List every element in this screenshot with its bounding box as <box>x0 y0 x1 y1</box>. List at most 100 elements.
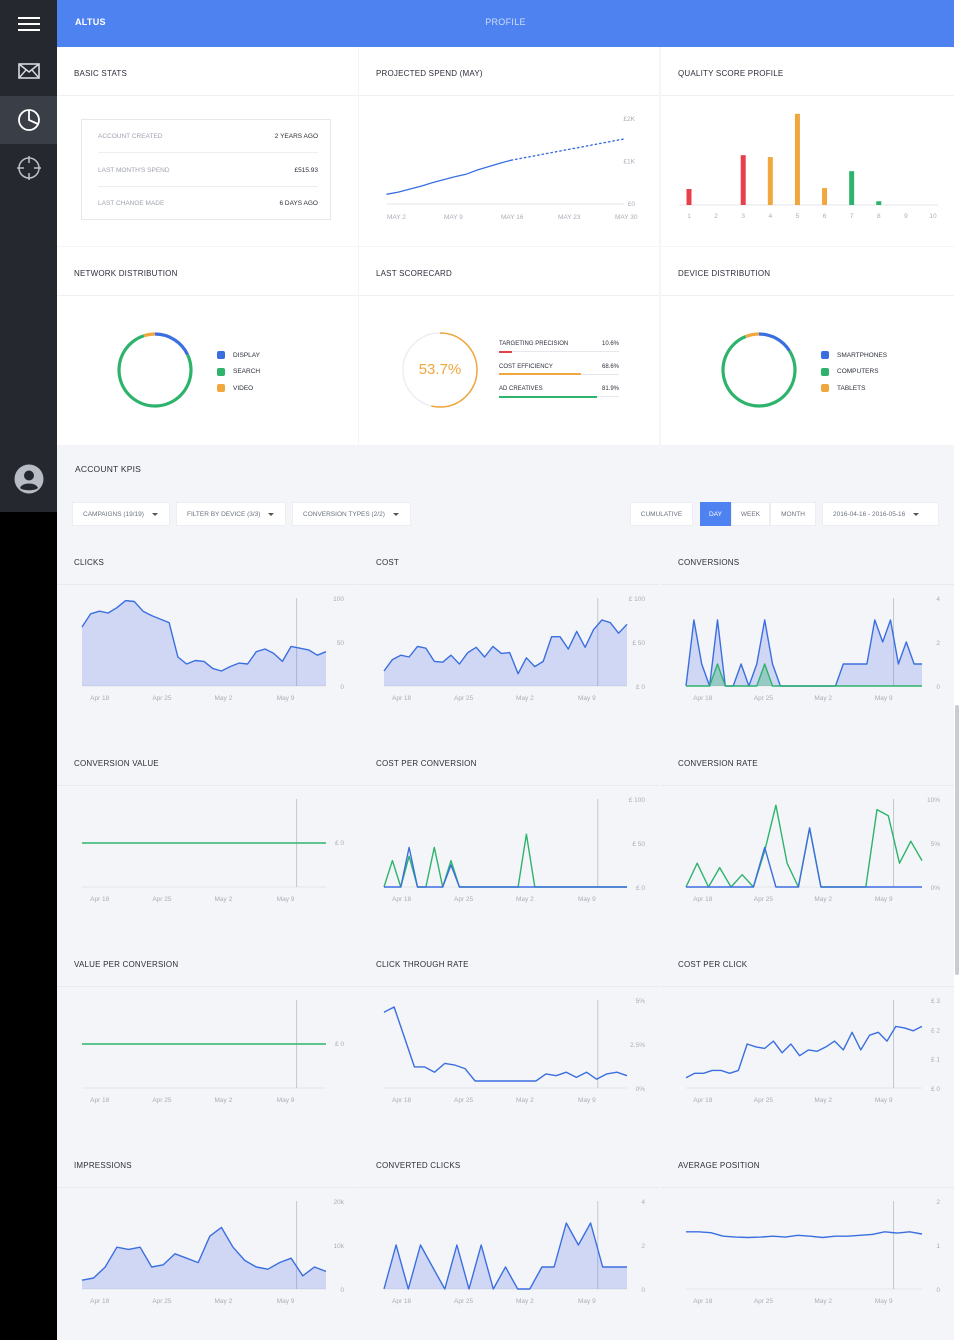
kpi-title: CONVERSION VALUE <box>74 759 159 768</box>
y-tick-label: £ 0 <box>931 1086 940 1093</box>
quality-score-title: QUALITY SCORE PROFILE <box>678 69 784 78</box>
scorecard-item-label: TARGETING PRECISION <box>499 341 569 347</box>
x-tick-label: May 2 <box>814 896 832 903</box>
network-legend: DISPLAY SEARCH VIDEO <box>217 347 260 397</box>
x-tick-label: Apr 18 <box>90 896 110 903</box>
last-scorecard-card: LAST SCORECARD 53.7% TARGETING PRECISION… <box>359 247 659 445</box>
kpi-card-clicks: CLICKS 100 50 0 Apr 18 Apr 25 May 2 May 9 <box>57 536 358 736</box>
kpi-card-converted-clicks: CONVERTED CLICKS 4 2 0 Apr 18 Apr 25 May 2 May… <box>359 1139 659 1339</box>
top-bar: ALTUS PROFILE <box>57 0 954 47</box>
x-tick-label: May 9 <box>875 896 893 903</box>
legend-label: COMPUTERS <box>837 368 879 376</box>
y-tick-label: 50 <box>337 640 345 647</box>
x-tick-label: Apr 25 <box>454 695 474 702</box>
legend-label: DISPLAY <box>233 351 260 359</box>
legend-item: SMARTPHONES <box>821 347 887 364</box>
kpi-controls-section: ACCOUNT KPIS CAMPAIGNS (19/19) FILTER BY… <box>57 445 954 535</box>
sidebar-item-account[interactable] <box>0 455 57 503</box>
series-line <box>685 804 923 888</box>
legend-label: VIDEO <box>233 384 254 392</box>
x-tick-label: May 2 <box>814 1097 832 1104</box>
y-tick-label: 0% <box>931 885 941 892</box>
y-tick-label: £2K <box>623 116 635 123</box>
y-tick-label: 0 <box>340 684 344 691</box>
scorecard-bar <box>499 395 598 398</box>
x-tick-label: Apr 18 <box>392 695 412 702</box>
y-tick-label: £ 0 <box>636 885 645 892</box>
x-tick-label: 4 <box>769 213 773 220</box>
x-tick-label: 2 <box>714 213 718 220</box>
kpi-card-impressions: IMPRESSIONS 20k 10k 0 Apr 18 Apr 25 May 2 May … <box>57 1139 358 1339</box>
x-tick-label: Apr 25 <box>754 1097 774 1104</box>
scorecard-item-label: COST EFFICIENCY <box>499 363 553 370</box>
bar <box>822 188 828 205</box>
x-tick-label: MAY 9 <box>444 214 463 221</box>
quality-score-chart: 1 2 3 4 5 6 7 8 9 10 <box>679 113 938 220</box>
scrollbar[interactable] <box>954 0 960 1340</box>
projected-line <box>510 138 625 161</box>
dropdown-label: CONVERSION TYPES (2/2) <box>303 510 385 518</box>
mode-day-button[interactable]: DAY <box>700 502 731 526</box>
kpi-chart-conv-value: £ 0 Apr 18 Apr 25 May 2 May 9 <box>82 799 344 903</box>
chevron-down-icon <box>913 512 920 516</box>
kpi-chart-conversions: 4 2 0 Apr 18 Apr 25 May 2 May 9 <box>685 596 940 702</box>
x-tick-label: May 2 <box>516 695 534 702</box>
mode-week-button[interactable]: WEEK <box>731 502 770 526</box>
kpi-chart-converted-clicks: 4 2 0 Apr 18 Apr 25 May 2 May 9 <box>383 1199 645 1305</box>
x-tick-label: May 2 <box>814 1298 832 1305</box>
date-range-label: 2016-04-16 - 2016-05-16 <box>833 510 906 518</box>
kpi-title: CONVERSIONS <box>678 558 740 567</box>
hamburger-menu-button[interactable] <box>0 0 57 48</box>
device-distribution-title: DEVICE DISTRIBUTION <box>678 269 771 278</box>
basic-stats-card: BASIC STATS ACCOUNT CREATED 2 YEARS AGO … <box>57 47 358 246</box>
legend-swatch <box>217 367 225 376</box>
device-filter-dropdown[interactable]: FILTER BY DEVICE (3/3) <box>176 502 286 526</box>
kpi-chart-ctr: 5% 2.5% 0% Apr 18 Apr 25 May 2 May 9 <box>383 998 645 1104</box>
x-tick-label: 5 <box>796 213 800 220</box>
y-tick-label: 2 <box>936 1199 940 1206</box>
x-tick-label: May 2 <box>516 1097 534 1104</box>
sidebar-item-targeting[interactable] <box>0 144 57 192</box>
user-icon <box>14 464 43 494</box>
sidebar-item-mail[interactable] <box>0 47 57 95</box>
y-tick-label: £ 0 <box>335 1041 344 1048</box>
mail-icon <box>17 63 40 79</box>
legend-swatch <box>821 351 829 360</box>
x-tick-label: May 9 <box>875 695 893 702</box>
stat-label: LAST CHANGE MADE <box>98 200 165 207</box>
scorecard-item: TARGETING PRECISION 10.6% <box>499 338 619 361</box>
donut-slice <box>745 332 760 339</box>
scorecard-item-value: 10.6% <box>601 341 619 347</box>
y-tick-label: £1K <box>623 159 635 166</box>
x-tick-label: Apr 18 <box>90 1298 110 1305</box>
stat-row: LAST CHANGE MADE 6 DAYS AGO <box>98 187 318 220</box>
kpi-title: IMPRESSIONS <box>74 1161 132 1170</box>
page-title: PROFILE <box>485 17 526 27</box>
kpi-chart-clicks: 100 50 0 Apr 18 Apr 25 May 2 May 9 <box>81 596 345 702</box>
scrollbar-thumb[interactable] <box>955 705 959 975</box>
donut-slice <box>143 332 156 338</box>
x-tick-label: May 2 <box>215 1298 233 1305</box>
bar <box>686 189 692 205</box>
stat-label: LAST MONTH'S SPEND <box>98 166 170 174</box>
kpi-card-cpc: COST PER CLICK £ 3 £ 2 £ 1 £ 0 Apr 18 Apr 25 M… <box>661 938 954 1138</box>
campaigns-filter-dropdown[interactable]: CAMPAIGNS (19/19) <box>72 502 170 526</box>
kpi-chart-impressions: 20k 10k 0 Apr 18 Apr 25 May 2 May 9 <box>81 1199 345 1305</box>
conversion-types-dropdown[interactable]: CONVERSION TYPES (2/2) <box>292 502 411 526</box>
series-line <box>686 1231 923 1239</box>
y-tick-label: £ 50 <box>632 640 645 647</box>
x-tick-label: Apr 25 <box>454 1298 474 1305</box>
x-tick-label: Apr 18 <box>392 1298 412 1305</box>
scorecard-list: TARGETING PRECISION 10.6% COST EFFICIENC… <box>499 338 619 406</box>
date-range-picker[interactable]: 2016-04-16 - 2016-05-16 <box>822 502 939 526</box>
x-tick-label: May 9 <box>277 1298 295 1305</box>
sidebar-item-dashboard[interactable] <box>0 96 57 144</box>
mode-month-button[interactable]: MONTH <box>770 502 816 526</box>
y-tick-label: 0 <box>936 1287 940 1294</box>
chevron-down-icon <box>268 512 275 516</box>
mode-cumulative-button[interactable]: CUMULATIVE <box>630 502 693 526</box>
y-tick-label: 2 <box>641 1243 645 1250</box>
x-tick-label: May 2 <box>516 896 534 903</box>
scorecard-item-value: 81.9% <box>601 386 619 392</box>
bar <box>794 113 800 205</box>
